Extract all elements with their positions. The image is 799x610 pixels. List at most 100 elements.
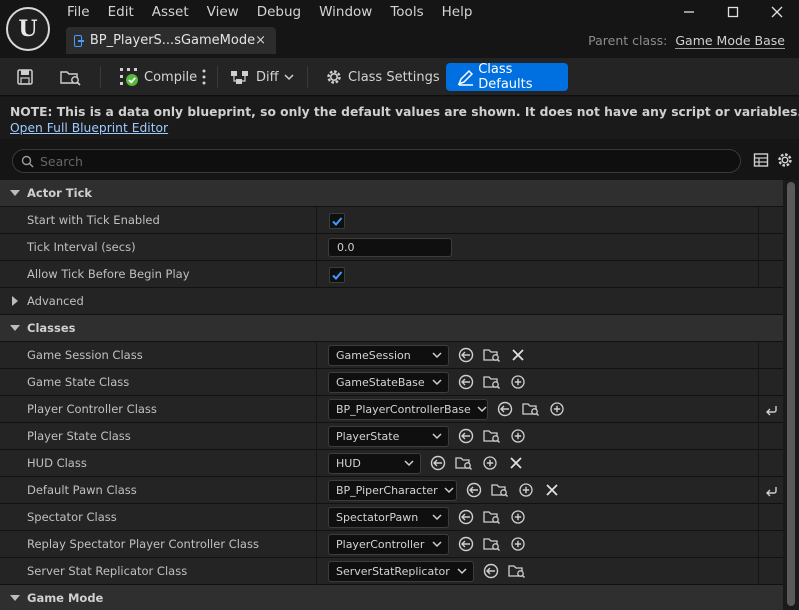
add-plus-icon	[483, 456, 497, 470]
menu-edit[interactable]: Edit	[99, 3, 143, 21]
class-combo[interactable]: SpectatorPawn	[328, 506, 449, 528]
browse-button[interactable]	[483, 427, 501, 445]
compile-button[interactable]: Compile	[118, 63, 197, 91]
class-combo[interactable]: BP_PlayerControllerBase	[328, 398, 488, 420]
class-combo[interactable]: PlayerController	[328, 533, 449, 555]
menu-window[interactable]: Window	[310, 3, 381, 21]
class-combo[interactable]: PlayerState	[328, 425, 449, 447]
toolbar-separator	[217, 66, 218, 88]
browse-button[interactable]	[508, 562, 526, 580]
reset-to-default-button[interactable]	[764, 402, 778, 416]
use-selected-button[interactable]	[465, 481, 483, 499]
property-value: PlayerState	[328, 425, 527, 447]
add-button[interactable]	[517, 481, 535, 499]
class-settings-label: Class Settings	[348, 69, 440, 85]
add-button[interactable]	[509, 373, 527, 391]
browse-folder-icon	[455, 457, 472, 470]
start-with-tick-checkbox[interactable]	[329, 212, 345, 229]
menu-help[interactable]: Help	[433, 3, 482, 21]
property-row-replay-spectator: Replay Spectator Player Controller Class…	[0, 531, 783, 558]
menu-debug[interactable]: Debug	[248, 3, 310, 21]
menu-asset[interactable]: Asset	[143, 3, 198, 21]
use-selected-icon	[466, 482, 482, 498]
note-text: NOTE: This is a data only blueprint, so …	[10, 105, 799, 119]
class-combo[interactable]: ServerStatReplicator	[328, 560, 474, 582]
use-selected-button[interactable]	[496, 400, 514, 418]
property-matrix-button[interactable]	[752, 151, 770, 169]
add-button[interactable]	[548, 400, 566, 418]
chevron-down-icon	[457, 568, 467, 575]
class-settings-button[interactable]: Class Settings	[324, 63, 440, 91]
use-selected-button[interactable]	[429, 454, 447, 472]
maximize-button[interactable]	[711, 0, 755, 24]
class-defaults-button[interactable]: Class Defaults	[446, 62, 568, 92]
clear-button[interactable]	[509, 346, 527, 364]
add-button[interactable]	[481, 454, 499, 472]
use-selected-button[interactable]	[457, 427, 475, 445]
add-button[interactable]	[509, 535, 527, 553]
use-selected-button[interactable]	[457, 535, 475, 553]
use-selected-icon	[497, 401, 513, 417]
asset-tab[interactable]: BP_PlayerS...sGameMode ×	[66, 27, 276, 54]
search-box[interactable]	[12, 149, 741, 173]
tab-close-icon[interactable]: ×	[255, 33, 266, 48]
reset-to-default-button[interactable]	[764, 483, 778, 497]
property-value: GameStateBase	[328, 371, 527, 393]
category-advanced[interactable]: Advanced	[0, 288, 783, 315]
use-selected-button[interactable]	[457, 346, 475, 364]
save-button[interactable]	[15, 63, 35, 91]
use-selected-button[interactable]	[482, 562, 500, 580]
property-label: Default Pawn Class	[27, 483, 137, 497]
column-divider	[316, 450, 317, 477]
view-options-button[interactable]	[776, 151, 794, 169]
clear-button[interactable]	[507, 454, 525, 472]
search-input[interactable]	[40, 153, 720, 169]
details-scrollbar[interactable]	[783, 180, 799, 610]
class-combo[interactable]: GameStateBase	[328, 371, 449, 393]
browse-folder-icon	[491, 484, 508, 497]
data-only-note: NOTE: This is a data only blueprint, so …	[0, 97, 799, 139]
menu-view[interactable]: View	[198, 3, 248, 21]
tick-interval-input[interactable]: 0.0	[328, 237, 452, 257]
browse-button[interactable]	[483, 346, 501, 364]
window-controls	[667, 0, 799, 24]
property-value: ServerStatReplicator	[328, 560, 526, 582]
browse-button[interactable]	[483, 535, 501, 553]
class-combo[interactable]: BP_PiperCharacter	[328, 479, 457, 501]
browse-button[interactable]	[483, 508, 501, 526]
class-combo[interactable]: HUD	[328, 452, 421, 474]
parent-class-link[interactable]: Game Mode Base	[675, 33, 785, 49]
menu-file[interactable]: File	[58, 3, 99, 21]
column-divider	[758, 396, 759, 423]
scrollbar-thumb[interactable]	[787, 182, 795, 606]
clear-button[interactable]	[543, 481, 561, 499]
browse-button[interactable]	[483, 373, 501, 391]
use-selected-icon	[458, 509, 474, 525]
browse-button[interactable]	[59, 63, 83, 91]
compile-options-button[interactable]	[200, 63, 208, 91]
diff-button[interactable]: Diff	[230, 63, 295, 91]
class-defaults-label: Class Defaults	[478, 62, 533, 92]
category-actor-tick[interactable]: Actor Tick	[0, 180, 783, 207]
unreal-logo: U	[6, 7, 50, 51]
property-value: PlayerController	[328, 533, 527, 555]
add-button[interactable]	[509, 508, 527, 526]
use-selected-button[interactable]	[457, 373, 475, 391]
menu-tools[interactable]: Tools	[381, 3, 432, 21]
category-classes[interactable]: Classes	[0, 315, 783, 342]
property-label: Allow Tick Before Begin Play	[27, 267, 190, 281]
property-row: Tick Interval (secs) 0.0	[0, 234, 783, 261]
open-full-editor-link[interactable]: Open Full Blueprint Editor	[10, 121, 168, 135]
add-button[interactable]	[509, 427, 527, 445]
browse-button[interactable]	[455, 454, 473, 472]
use-selected-button[interactable]	[457, 508, 475, 526]
close-window-button[interactable]	[755, 0, 799, 24]
category-game-mode[interactable]: Game Mode	[0, 585, 783, 610]
minimize-button[interactable]	[667, 0, 711, 24]
menu-bar: File Edit Asset View Debug Window Tools …	[58, 3, 481, 21]
browse-button[interactable]	[491, 481, 509, 499]
allow-tick-checkbox[interactable]	[329, 266, 345, 283]
browse-button[interactable]	[522, 400, 540, 418]
class-combo[interactable]: GameSession	[328, 344, 449, 366]
combo-value: ServerStatReplicator	[336, 564, 450, 578]
